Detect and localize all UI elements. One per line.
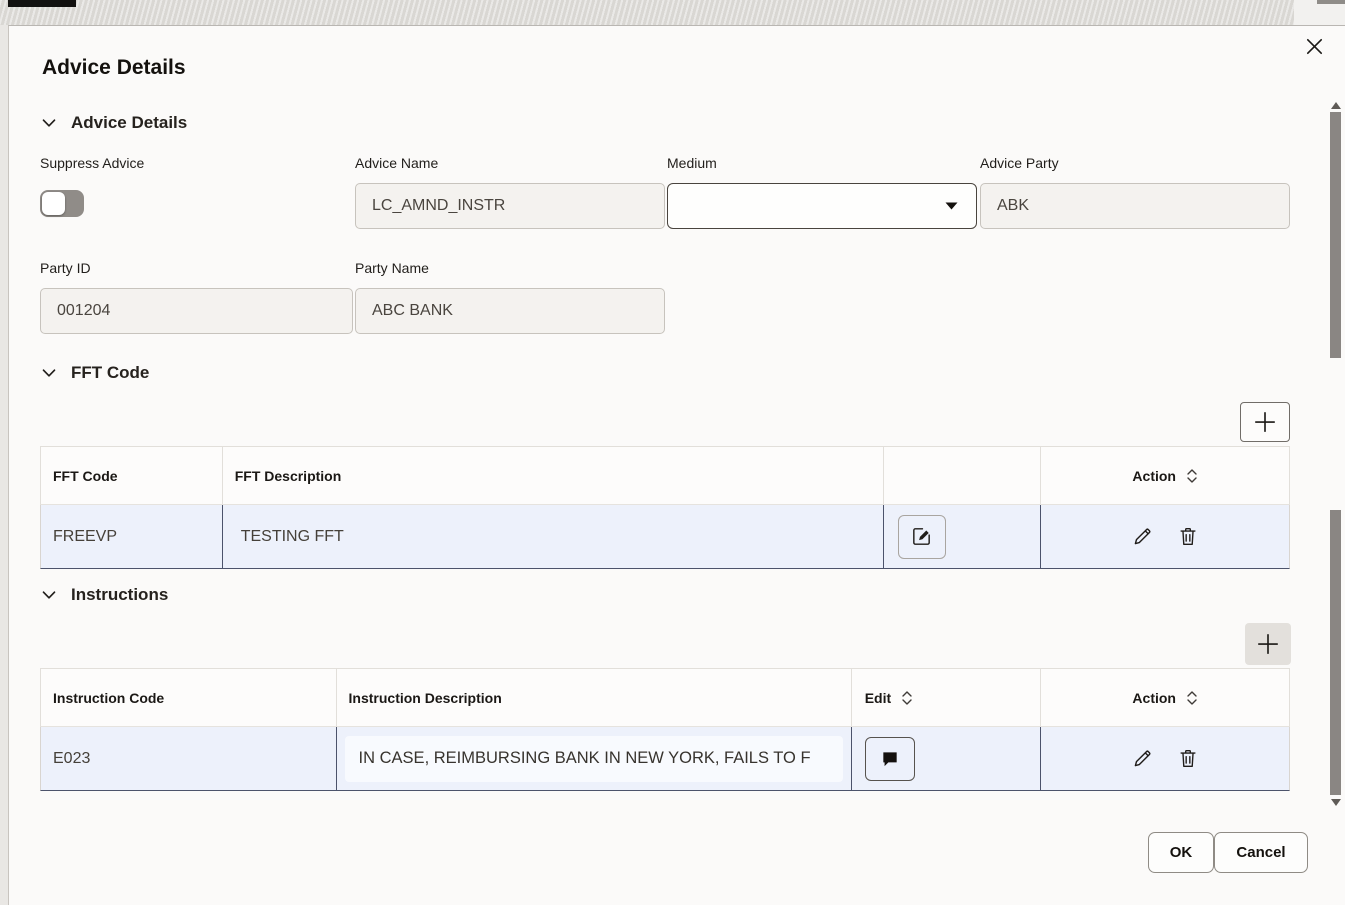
fft-table-header: FFT Code FFT Description Action bbox=[40, 446, 1290, 505]
sort-icon bbox=[1186, 690, 1198, 706]
pencil-icon bbox=[1131, 525, 1154, 548]
section-title: FFT Code bbox=[71, 363, 149, 383]
page-backdrop bbox=[0, 0, 1345, 25]
fft-action-header[interactable]: Action bbox=[1041, 447, 1289, 504]
advice-name-value: LC_AMND_INSTR bbox=[372, 197, 505, 215]
sort-icon bbox=[1186, 468, 1198, 484]
instruction-description-header: Instruction Description bbox=[337, 669, 852, 726]
fft-edit-note-cell bbox=[884, 505, 1042, 568]
chevron-down-icon bbox=[40, 364, 58, 382]
medium-label: Medium bbox=[667, 155, 717, 171]
instruction-edit-header[interactable]: Edit bbox=[852, 669, 1042, 726]
advice-party-label: Advice Party bbox=[980, 155, 1059, 171]
party-name-value: ABC BANK bbox=[372, 302, 453, 320]
instructions-table: Instruction Code Instruction Description… bbox=[40, 668, 1290, 791]
caret-down-icon bbox=[945, 202, 958, 210]
fft-action-cell bbox=[1041, 505, 1289, 568]
party-name-label: Party Name bbox=[355, 260, 429, 276]
instruction-edit-cell bbox=[852, 727, 1042, 790]
instruction-row-delete-button[interactable] bbox=[1177, 747, 1199, 770]
fft-row-edit-button[interactable] bbox=[1131, 525, 1154, 548]
close-button[interactable] bbox=[1296, 30, 1332, 62]
plus-icon bbox=[1252, 409, 1278, 435]
fft-description-header: FFT Description bbox=[223, 447, 884, 504]
instructions-table-row: E023 IN CASE, REIMBURSING BANK IN NEW YO… bbox=[40, 727, 1290, 791]
fft-table-row: FREEVP TESTING FFT bbox=[40, 505, 1290, 569]
instruction-row-edit-button[interactable] bbox=[1131, 747, 1154, 770]
edit-note-icon bbox=[910, 525, 933, 548]
party-id-input[interactable]: 001204 bbox=[40, 288, 353, 334]
chevron-down-icon bbox=[40, 586, 58, 604]
trash-icon bbox=[1177, 747, 1199, 770]
instructions-table-header: Instruction Code Instruction Description… bbox=[40, 668, 1290, 727]
fft-description-cell: TESTING FFT bbox=[223, 505, 884, 568]
ok-button[interactable]: OK bbox=[1148, 832, 1214, 873]
advice-name-input[interactable]: LC_AMND_INSTR bbox=[355, 183, 665, 229]
screen: Advice Details Advice Details Suppress A… bbox=[0, 0, 1345, 905]
instructions-add-button[interactable] bbox=[1245, 623, 1291, 665]
comment-icon bbox=[880, 749, 900, 769]
fft-row-delete-button[interactable] bbox=[1177, 525, 1199, 548]
scrollbar-up-arrow-icon[interactable] bbox=[1331, 102, 1341, 109]
backdrop-corner-mark bbox=[1317, 0, 1345, 4]
advice-name-label: Advice Name bbox=[355, 155, 438, 171]
fft-blank-header bbox=[884, 447, 1042, 504]
outer-scrollbar-thumb[interactable] bbox=[1330, 112, 1341, 358]
party-name-input[interactable]: ABC BANK bbox=[355, 288, 665, 334]
advice-party-value: ABK bbox=[997, 197, 1029, 215]
trash-icon bbox=[1177, 525, 1199, 548]
fft-add-button[interactable] bbox=[1240, 402, 1290, 442]
instruction-code-header: Instruction Code bbox=[41, 669, 337, 726]
plus-icon bbox=[1255, 631, 1281, 657]
section-advice-details[interactable]: Advice Details bbox=[40, 113, 187, 133]
pencil-icon bbox=[1131, 747, 1154, 770]
instruction-action-header[interactable]: Action bbox=[1041, 669, 1289, 726]
instruction-comment-button[interactable] bbox=[865, 737, 915, 781]
close-icon bbox=[1303, 35, 1326, 58]
instruction-description-input[interactable]: IN CASE, REIMBURSING BANK IN NEW YORK, F… bbox=[345, 736, 843, 782]
section-title: Advice Details bbox=[71, 113, 187, 133]
chevron-down-icon bbox=[40, 114, 58, 132]
cancel-button[interactable]: Cancel bbox=[1214, 832, 1308, 873]
medium-select[interactable] bbox=[667, 183, 977, 229]
section-fft-code[interactable]: FFT Code bbox=[40, 363, 149, 383]
backdrop-artifact bbox=[8, 0, 76, 7]
suppress-advice-toggle[interactable] bbox=[40, 190, 84, 217]
fft-table: FFT Code FFT Description Action FREEVP T… bbox=[40, 446, 1290, 569]
fft-code-cell: FREEVP bbox=[41, 505, 223, 568]
sort-icon bbox=[901, 690, 913, 706]
scrollbar-down-arrow-icon[interactable] bbox=[1331, 799, 1341, 806]
party-id-value: 001204 bbox=[57, 302, 110, 320]
toggle-knob bbox=[42, 192, 65, 215]
section-instructions[interactable]: Instructions bbox=[40, 585, 168, 605]
inner-scrollbar-thumb[interactable] bbox=[1330, 510, 1341, 795]
instruction-code-cell: E023 bbox=[41, 727, 337, 790]
party-id-label: Party ID bbox=[40, 260, 91, 276]
dialog-title: Advice Details bbox=[42, 56, 186, 80]
instruction-description-cell: IN CASE, REIMBURSING BANK IN NEW YORK, F… bbox=[337, 727, 852, 790]
suppress-advice-label: Suppress Advice bbox=[40, 155, 144, 171]
fft-code-header: FFT Code bbox=[41, 447, 223, 504]
fft-edit-note-button[interactable] bbox=[898, 515, 946, 559]
instruction-action-cell bbox=[1041, 727, 1289, 790]
advice-party-input[interactable]: ABK bbox=[980, 183, 1290, 229]
section-title: Instructions bbox=[71, 585, 168, 605]
